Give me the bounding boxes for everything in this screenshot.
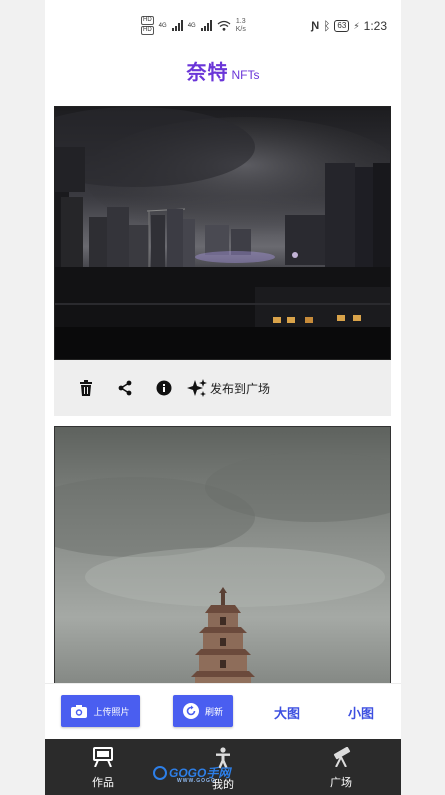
watermark-circle-icon bbox=[153, 765, 167, 780]
refresh-icon bbox=[182, 703, 199, 719]
speed-unit: K/s bbox=[235, 25, 246, 33]
network-type: 4G bbox=[158, 22, 167, 29]
signal-icon bbox=[171, 20, 183, 31]
app-screen: HD HD 4G 4G 1.3 K/s Ɲ ᛒ 63 ⚡ 1:23 奈特 NFT… bbox=[45, 0, 401, 795]
info-button[interactable] bbox=[144, 373, 183, 403]
charging-icon: ⚡ bbox=[353, 20, 360, 31]
bottom-toolbar: 上传照片 刷新 大图 小图 bbox=[45, 683, 401, 740]
refresh-button[interactable]: 刷新 bbox=[173, 695, 233, 727]
telescope-icon bbox=[333, 746, 351, 768]
watermark-logo: GOGO手网 WWW.GOGO bbox=[153, 764, 230, 784]
info-icon bbox=[156, 380, 171, 396]
speed-value: 1.3 bbox=[235, 17, 246, 25]
share-button[interactable] bbox=[105, 373, 144, 403]
nav-square[interactable]: 广场 bbox=[311, 746, 371, 790]
share-icon bbox=[118, 380, 131, 396]
publish-label: 发布到广场 bbox=[210, 381, 271, 396]
delete-button[interactable] bbox=[66, 373, 105, 403]
signal-icon bbox=[200, 20, 212, 31]
photo-card bbox=[54, 426, 391, 698]
title-english: NFTs bbox=[231, 68, 260, 82]
photo-card: 发布到广场 bbox=[54, 106, 391, 416]
network-type: 4G bbox=[187, 22, 196, 29]
photo-feed[interactable]: 发布到广场 bbox=[54, 106, 391, 708]
battery-icon: 63 bbox=[334, 20, 350, 32]
photo-actions: 发布到广场 bbox=[54, 360, 391, 416]
hd-icon: HD bbox=[141, 26, 154, 35]
camera-icon bbox=[71, 704, 88, 718]
status-left: HD HD 4G 4G 1.3 K/s bbox=[141, 16, 246, 35]
sparkle-icon bbox=[187, 379, 207, 397]
status-right: Ɲ ᛒ 63 ⚡ 1:23 bbox=[311, 19, 387, 33]
hd-icon: HD bbox=[141, 16, 154, 25]
status-bar: HD HD 4G 4G 1.3 K/s Ɲ ᛒ 63 ⚡ 1:23 bbox=[45, 0, 401, 52]
nav-works-label: 作品 bbox=[92, 777, 114, 789]
title-chinese: 奈特 bbox=[186, 62, 229, 84]
easel-icon bbox=[93, 747, 113, 768]
watermark-sub: WWW.GOGO bbox=[177, 778, 216, 784]
clock: 1:23 bbox=[363, 19, 387, 33]
photo-pagoda[interactable] bbox=[54, 426, 391, 698]
large-view-button[interactable]: 大图 bbox=[274, 703, 300, 722]
photo-image bbox=[55, 107, 390, 359]
photo-city-night[interactable] bbox=[54, 106, 391, 360]
nav-square-label: 广场 bbox=[330, 777, 352, 789]
upload-label: 上传照片 bbox=[93, 706, 130, 717]
publish-to-square-button[interactable]: 发布到广场 bbox=[187, 378, 270, 398]
wifi-icon bbox=[217, 20, 231, 31]
photo-image bbox=[55, 427, 390, 697]
upload-photo-button[interactable]: 上传照片 bbox=[61, 695, 140, 727]
bluetooth-icon: ᛒ bbox=[323, 19, 331, 33]
nav-works[interactable]: 作品 bbox=[73, 747, 133, 790]
small-view-button[interactable]: 小图 bbox=[348, 703, 374, 722]
refresh-label: 刷新 bbox=[204, 706, 223, 717]
trash-icon bbox=[79, 380, 92, 396]
nfc-icon: Ɲ bbox=[311, 20, 320, 32]
page-title: 奈特 NFTs bbox=[45, 56, 401, 85]
